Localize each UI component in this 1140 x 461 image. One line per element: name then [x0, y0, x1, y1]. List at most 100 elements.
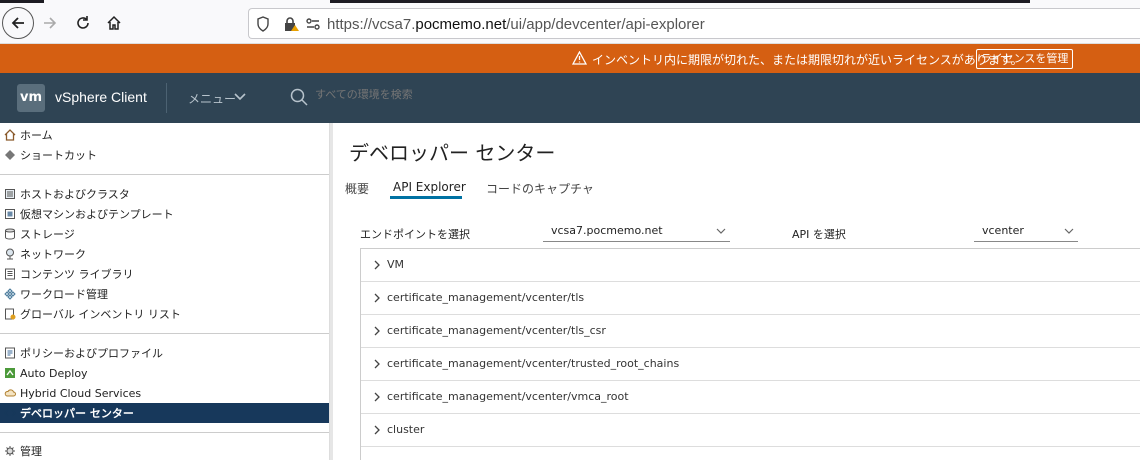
api-row[interactable]: cluster	[361, 414, 1140, 447]
sidebar-item-workload-management[interactable]: ワークロード管理	[0, 284, 329, 304]
tab-code-capture[interactable]: コードのキャプチャ	[486, 180, 594, 197]
chevron-right-icon[interactable]	[373, 293, 381, 303]
app-title: vSphere Client	[55, 89, 147, 105]
endpoint-select[interactable]: vcsa7.pocmemo.net	[543, 224, 730, 242]
auto-deploy-icon	[5, 368, 15, 378]
chevron-right-icon[interactable]	[373, 359, 381, 369]
sidebar-item-label: 仮想マシンおよびテンプレート	[20, 208, 174, 221]
api-list: VM certificate_management/vcenter/tls ce…	[360, 248, 1140, 460]
sidebar-item-label: デベロッパー センター	[20, 407, 134, 420]
manage-licenses-button[interactable]: ライセンスを管理	[976, 49, 1073, 69]
sidebar-item-label: 管理	[20, 445, 42, 458]
app-header: vm vSphere Client メニュー	[0, 73, 1140, 123]
sidebar-item-vms-templates[interactable]: 仮想マシンおよびテンプレート	[0, 204, 329, 224]
api-row[interactable]: certificate_management/vcenter/tls	[361, 282, 1140, 315]
license-warning-banner: インベントリ内に期限が切れた、または期限切れが近いライセンスがあります。 ライセ…	[0, 44, 1140, 73]
navigator-sidebar: ホーム ショートカット ホストおよびクラスタ 仮想マシンおよびテンプレート スト…	[0, 123, 330, 460]
api-row-label: certificate_management/vcenter/vmca_root	[387, 390, 629, 403]
arrow-right-icon	[44, 17, 57, 29]
tab-overview[interactable]: 概要	[345, 180, 369, 197]
sidebar-item-label: Auto Deploy	[20, 366, 88, 380]
chevron-down-icon[interactable]	[234, 93, 246, 101]
license-warning-text: インベントリ内に期限が切れた、または期限切れが近いライセンスがあります。	[592, 53, 1023, 67]
chevron-down-icon	[716, 228, 726, 234]
api-row[interactable]: certificate_management/vcenter/trusted_r…	[361, 348, 1140, 381]
sidebar-item-developer-center[interactable]: デベロッパー センター	[0, 403, 329, 423]
chevron-right-icon[interactable]	[373, 392, 381, 402]
workload-management-icon	[4, 288, 16, 300]
api-row-label: VM	[387, 258, 405, 271]
reload-icon	[77, 16, 89, 29]
vmware-logo: vm	[17, 84, 45, 112]
sidebar-item-label: ホーム	[20, 129, 53, 142]
address-bar[interactable]: https://vcsa7.pocmemo.net/ui/app/devcent…	[248, 8, 1140, 39]
url-text[interactable]: https://vcsa7.pocmemo.net/ui/app/devcent…	[327, 16, 705, 33]
storage-icon	[5, 228, 15, 240]
reload-button[interactable]	[68, 8, 98, 38]
chevron-right-icon[interactable]	[373, 425, 381, 435]
tab-strip-edge	[0, 0, 44, 3]
chevron-right-icon[interactable]	[373, 326, 381, 336]
cloud-icon	[4, 389, 16, 397]
endpoint-select-value: vcsa7.pocmemo.net	[551, 224, 663, 237]
sidebar-divider	[0, 174, 329, 175]
api-row-label: certificate_management/vcenter/tls_csr	[387, 324, 606, 337]
hosts-clusters-icon	[5, 189, 15, 199]
sidebar-item-networking[interactable]: ネットワーク	[0, 244, 329, 264]
forward-button[interactable]	[35, 8, 65, 38]
sidebar-item-hosts-clusters[interactable]: ホストおよびクラスタ	[0, 184, 329, 204]
home-button[interactable]	[99, 8, 129, 38]
menu-dropdown[interactable]: メニュー	[188, 90, 236, 107]
warning-icon	[572, 51, 587, 65]
api-select[interactable]: vcenter	[974, 224, 1078, 242]
sidebar-divider	[0, 333, 329, 334]
active-tab-indicator	[390, 196, 462, 199]
administration-icon	[5, 446, 15, 456]
sidebar-item-label: ホストおよびクラスタ	[20, 188, 130, 201]
sidebar-item-storage[interactable]: ストレージ	[0, 224, 329, 244]
sidebar-item-label: ストレージ	[20, 228, 75, 241]
content-library-icon	[5, 268, 15, 280]
shield-icon[interactable]	[256, 16, 270, 32]
sidebar-item-label: コンテンツ ライブラリ	[20, 268, 134, 281]
active-tab-strip	[330, 0, 1030, 3]
sidebar-item-content-libraries[interactable]: コンテンツ ライブラリ	[0, 264, 329, 284]
sidebar-item-auto-deploy[interactable]: Auto Deploy	[0, 363, 329, 383]
endpoint-label: エンドポイントを選択	[360, 228, 470, 241]
home-icon	[4, 129, 16, 141]
sidebar-item-shortcuts[interactable]: ショートカット	[0, 145, 329, 165]
sidebar-splitter[interactable]	[330, 123, 333, 460]
chevron-down-icon	[1064, 228, 1074, 234]
lock-warning-icon[interactable]	[283, 16, 299, 32]
back-button[interactable]	[2, 7, 34, 39]
page-title: デベロッパー センター	[349, 141, 556, 165]
sidebar-item-label: ネットワーク	[20, 248, 86, 261]
permissions-icon[interactable]	[305, 16, 321, 32]
sidebar-item-administration[interactable]: 管理	[0, 441, 329, 461]
api-row-label: certificate_management/vcenter/trusted_r…	[387, 357, 680, 370]
sidebar-item-label: ショートカット	[20, 149, 97, 162]
api-row[interactable]: certificate_management/vcenter/vmca_root	[361, 381, 1140, 414]
global-search-input[interactable]	[315, 89, 715, 101]
sidebar-item-policies-profiles[interactable]: ポリシーおよびプロファイル	[0, 343, 329, 363]
chevron-right-icon[interactable]	[373, 260, 381, 270]
api-row[interactable]: certificate_management/vcenter/tls_csr	[361, 315, 1140, 348]
sidebar-divider	[0, 432, 329, 433]
shortcuts-icon	[5, 150, 15, 160]
api-row-label: cluster	[387, 423, 425, 436]
developer-center-icon	[4, 409, 16, 417]
sidebar-item-global-inventory-lists[interactable]: グローバル インベントリ リスト	[0, 304, 329, 324]
api-row[interactable]: VM	[361, 249, 1140, 282]
network-icon	[6, 248, 14, 260]
sidebar-item-label: ポリシーおよびプロファイル	[20, 347, 163, 360]
sidebar-item-home[interactable]: ホーム	[0, 125, 329, 145]
sidebar-item-label: Hybrid Cloud Services	[20, 386, 142, 400]
home-icon	[107, 15, 121, 30]
tab-api-explorer[interactable]: API Explorer	[393, 180, 466, 194]
vms-templates-icon	[5, 209, 15, 219]
sidebar-item-label: ワークロード管理	[20, 288, 108, 301]
sidebar-item-label: グローバル インベントリ リスト	[20, 308, 181, 321]
sidebar-item-hybrid-cloud-services[interactable]: Hybrid Cloud Services	[0, 383, 329, 403]
global-inventory-icon	[5, 308, 16, 320]
search-icon	[290, 88, 308, 106]
